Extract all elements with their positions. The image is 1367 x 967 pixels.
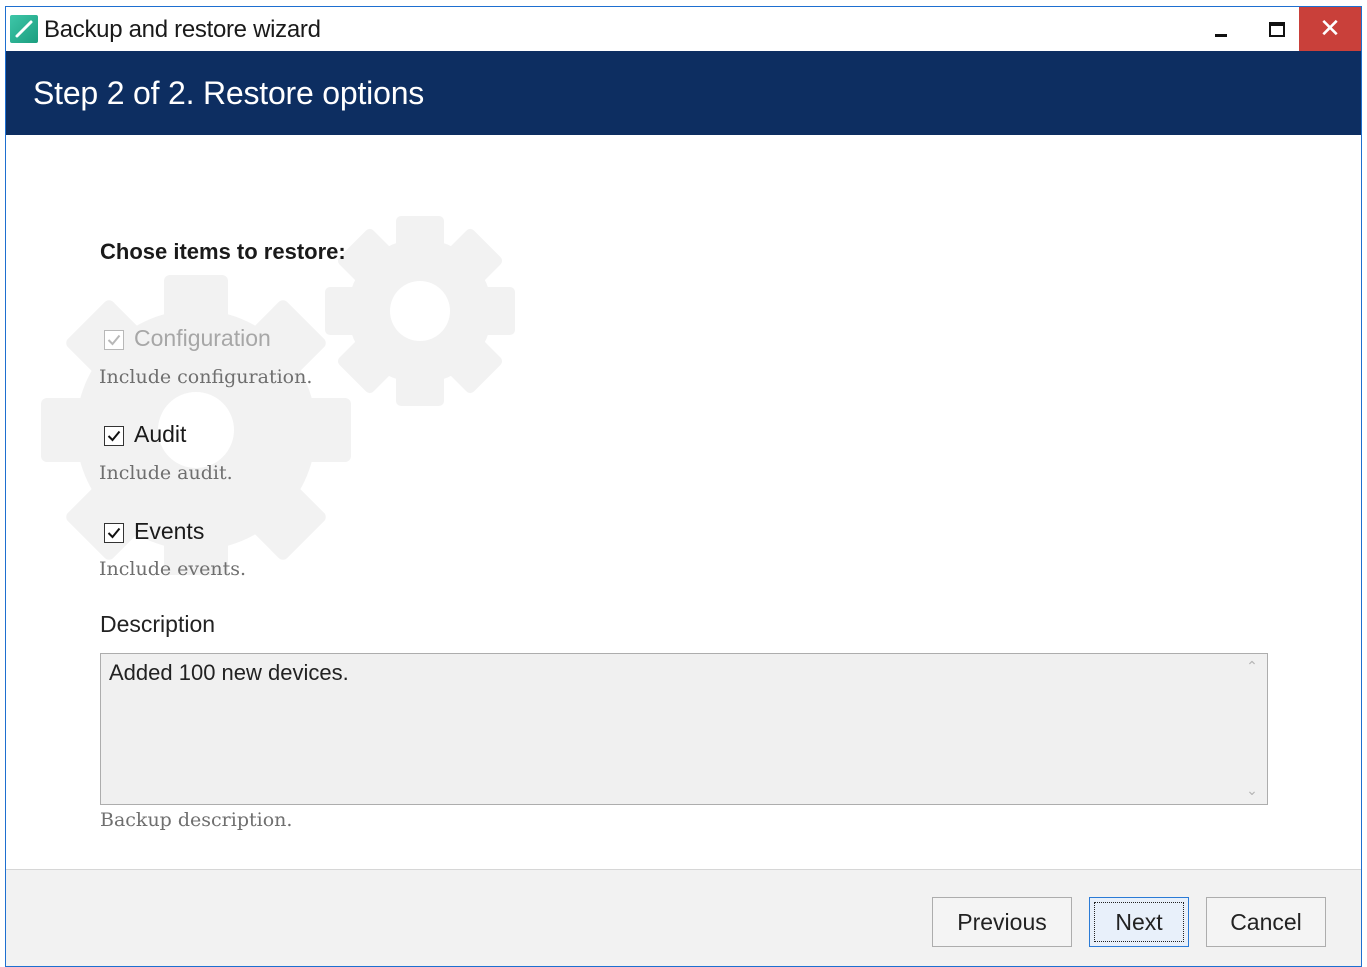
- scroll-up-icon[interactable]: ⌃: [1245, 659, 1259, 675]
- wizard-content: Chose items to restore: Configuration In…: [6, 135, 1361, 869]
- gears-watermark-icon: [41, 216, 515, 575]
- close-button[interactable]: ✕: [1299, 7, 1361, 51]
- title-bar[interactable]: Backup and restore wizard ✕: [6, 7, 1361, 51]
- minimize-icon: [1215, 33, 1227, 37]
- audit-label: Audit: [134, 421, 187, 447]
- cancel-button[interactable]: Cancel: [1206, 897, 1326, 947]
- events-label: Events: [134, 518, 205, 544]
- description-help: Backup description.: [100, 809, 293, 831]
- wizard-footer: Previous Next Cancel: [6, 869, 1361, 966]
- wizard-window: Backup and restore wizard ✕ Step 2 of 2.…: [5, 6, 1362, 967]
- events-checkbox[interactable]: [104, 523, 124, 543]
- checkmark-icon: [107, 430, 121, 442]
- scroll-down-icon[interactable]: ⌄: [1245, 783, 1259, 799]
- focus-ring: [1094, 902, 1184, 942]
- audit-help: Include audit.: [99, 462, 233, 484]
- section-title: Chose items to restore:: [100, 239, 346, 264]
- app-logo-icon: [10, 15, 38, 43]
- events-help: Include events.: [99, 558, 247, 580]
- window-title: Backup and restore wizard: [44, 16, 321, 43]
- description-value: Added 100 new devices.: [109, 660, 349, 685]
- close-icon: ✕: [1319, 14, 1341, 44]
- configuration-help: Include configuration.: [99, 366, 313, 388]
- checkmark-icon: [107, 334, 121, 346]
- wizard-header: Step 2 of 2. Restore options: [6, 51, 1361, 135]
- description-label: Description: [100, 611, 216, 637]
- description-textarea[interactable]: Added 100 new devices. ⌃ ⌄: [100, 653, 1268, 805]
- configuration-checkbox[interactable]: [104, 330, 124, 350]
- checkmark-icon: [107, 527, 121, 539]
- previous-button[interactable]: Previous: [932, 897, 1072, 947]
- audit-checkbox[interactable]: [104, 426, 124, 446]
- maximize-button[interactable]: [1249, 7, 1305, 51]
- maximize-icon: [1269, 21, 1285, 37]
- page-title: Step 2 of 2. Restore options: [33, 75, 425, 111]
- next-button[interactable]: Next: [1089, 897, 1189, 947]
- configuration-label: Configuration: [134, 325, 271, 351]
- minimize-button[interactable]: [1193, 7, 1249, 51]
